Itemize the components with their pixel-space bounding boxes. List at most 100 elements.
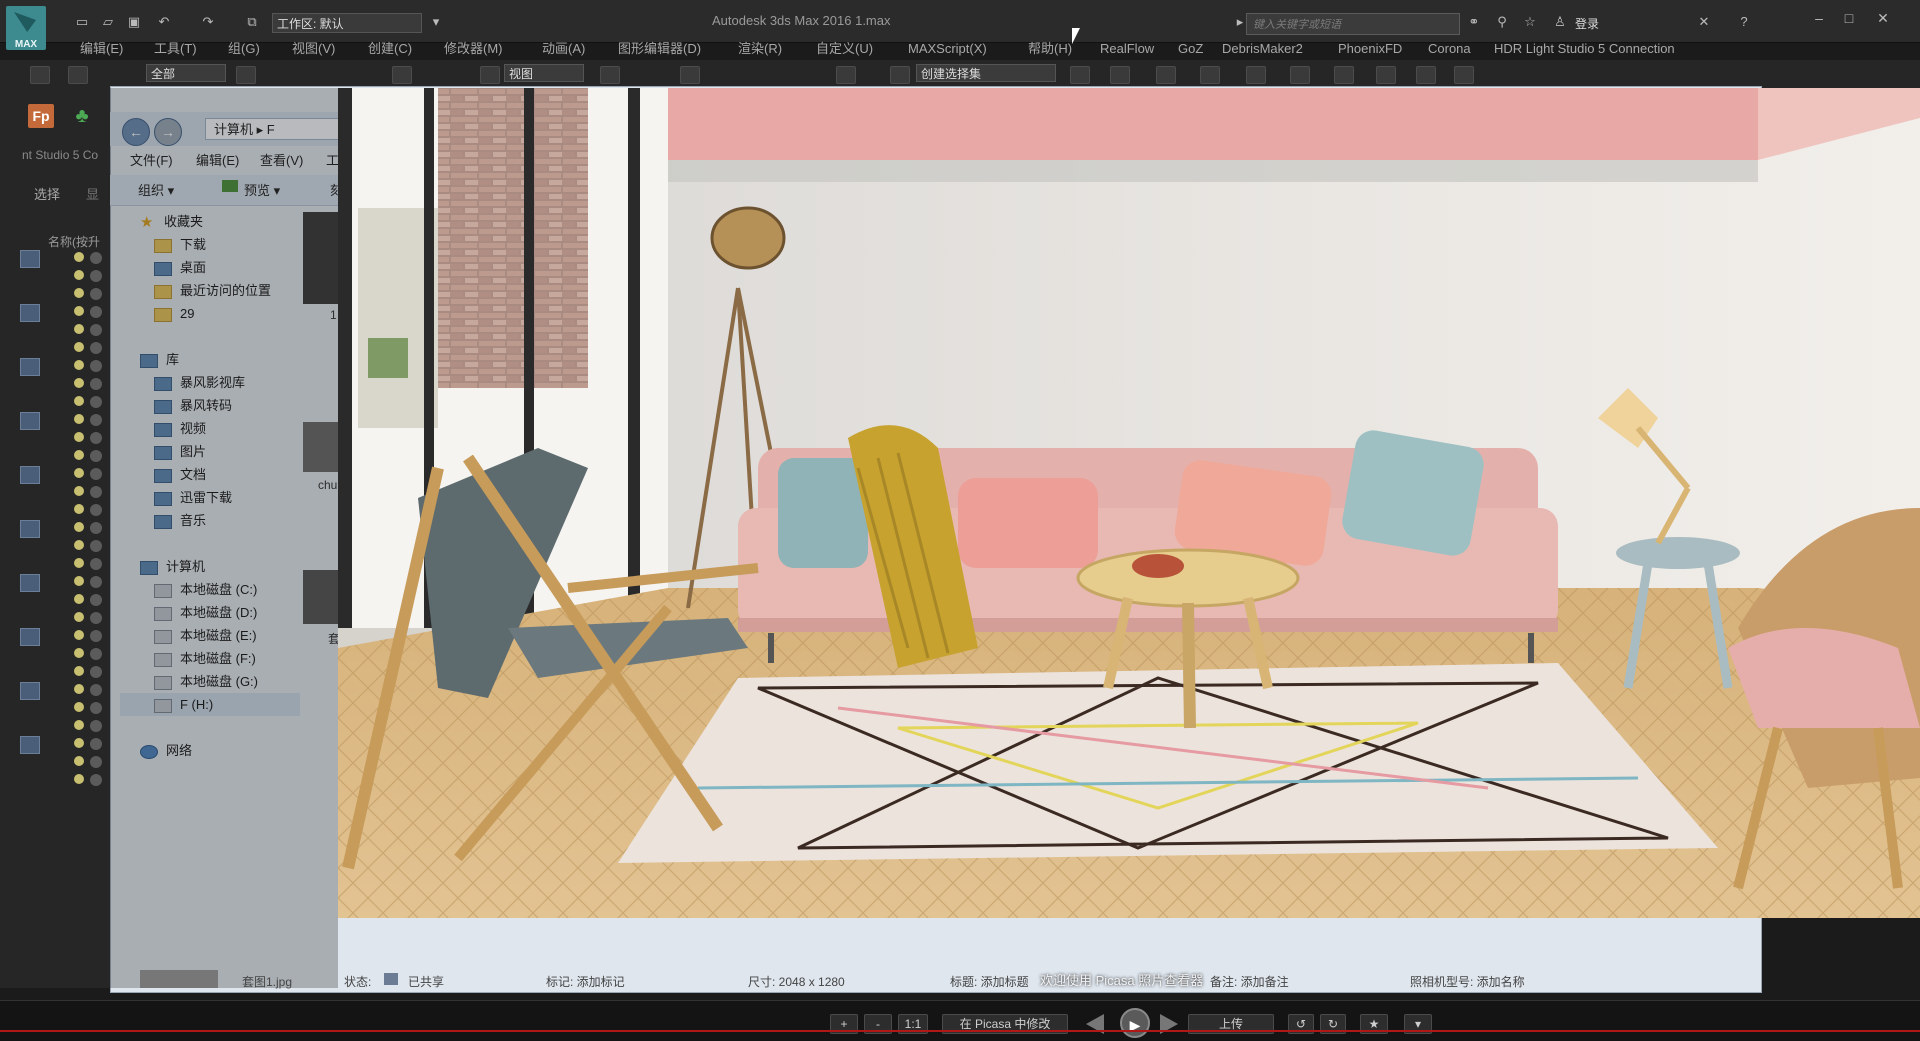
picasa-photo[interactable] bbox=[338, 88, 1920, 918]
tree-item-pictures[interactable]: 图片 bbox=[120, 440, 300, 463]
freeze-toggle-icon[interactable] bbox=[90, 360, 102, 372]
menu-animation[interactable]: 动画(A) bbox=[542, 38, 585, 60]
menu-modifiers[interactable]: 修改器(M) bbox=[444, 38, 503, 60]
search-input[interactable]: 键入关键字或短语 bbox=[1246, 13, 1460, 35]
pivot-icon[interactable] bbox=[600, 66, 620, 84]
visibility-bulb-icon[interactable] bbox=[74, 774, 84, 784]
command-panel-icon[interactable] bbox=[20, 304, 40, 322]
visibility-bulb-icon[interactable] bbox=[74, 684, 84, 694]
visibility-bulb-icon[interactable] bbox=[74, 648, 84, 658]
visibility-bulb-icon[interactable] bbox=[74, 540, 84, 550]
named-selection-dropdown[interactable]: 创建选择集 bbox=[916, 64, 1056, 82]
organize-button[interactable]: 组织 ▾ bbox=[138, 180, 174, 199]
freeze-toggle-icon[interactable] bbox=[90, 306, 102, 318]
tree-item-recent[interactable]: 最近访问的位置 bbox=[120, 279, 300, 302]
visibility-bulb-icon[interactable] bbox=[74, 360, 84, 370]
snap-icon[interactable] bbox=[680, 66, 700, 84]
freeze-toggle-icon[interactable] bbox=[90, 612, 102, 624]
back-button[interactable]: ← bbox=[122, 118, 150, 146]
visibility-bulb-icon[interactable] bbox=[74, 324, 84, 334]
name-column-header[interactable]: 名称(按升 bbox=[48, 233, 100, 250]
freeze-toggle-icon[interactable] bbox=[90, 378, 102, 390]
render-setup-icon[interactable] bbox=[1376, 66, 1396, 84]
freeze-toggle-icon[interactable] bbox=[90, 666, 102, 678]
menu-goz[interactable]: GoZ bbox=[1178, 38, 1203, 60]
visibility-bulb-icon[interactable] bbox=[74, 720, 84, 730]
exchange-icon[interactable]: ✕ bbox=[1696, 15, 1712, 29]
menu-edit[interactable]: 编辑(E) bbox=[196, 150, 239, 169]
subscription-icon[interactable]: ⚲ bbox=[1494, 15, 1510, 29]
preview-button[interactable]: 预览 ▾ bbox=[244, 180, 280, 199]
file-thumbnail[interactable] bbox=[303, 570, 339, 624]
tree-item-drive-d[interactable]: 本地磁盘 (D:) bbox=[120, 601, 300, 624]
freeze-toggle-icon[interactable] bbox=[90, 414, 102, 426]
visibility-bulb-icon[interactable] bbox=[74, 702, 84, 712]
tree-plugin-icon[interactable]: ♣ bbox=[70, 104, 94, 128]
tree-item-lib-0[interactable]: 暴风影视库 bbox=[120, 371, 300, 394]
tree-item-downloads[interactable]: 下载 bbox=[120, 233, 300, 256]
save-icon[interactable]: ▣ bbox=[126, 15, 142, 29]
reference-coordinate-dropdown[interactable]: 视图 bbox=[504, 64, 584, 82]
menu-graph-editors[interactable]: 图形编辑器(D) bbox=[618, 38, 701, 60]
freeze-toggle-icon[interactable] bbox=[90, 594, 102, 606]
freeze-toggle-icon[interactable] bbox=[90, 270, 102, 282]
freeze-toggle-icon[interactable] bbox=[90, 486, 102, 498]
menu-hdr-light-studio[interactable]: HDR Light Studio 5 Connection bbox=[1494, 38, 1675, 60]
tree-item-drive-g[interactable]: 本地磁盘 (G:) bbox=[120, 670, 300, 693]
favorites-header[interactable]: ★ 收藏夹 bbox=[120, 210, 300, 233]
project-folder-icon[interactable]: ⧉ bbox=[244, 15, 260, 29]
visibility-bulb-icon[interactable] bbox=[74, 306, 84, 316]
open-file-icon[interactable]: ▱ bbox=[100, 15, 116, 29]
visibility-bulb-icon[interactable] bbox=[74, 576, 84, 586]
align-icon[interactable] bbox=[1110, 66, 1130, 84]
select-object-icon[interactable] bbox=[236, 66, 256, 84]
menu-view[interactable]: 查看(V) bbox=[260, 150, 303, 169]
fp-plugin-button[interactable]: Fp bbox=[28, 104, 54, 128]
command-panel-icon[interactable] bbox=[20, 358, 40, 376]
login-button[interactable]: 登录 bbox=[1575, 15, 1599, 32]
freeze-toggle-icon[interactable] bbox=[90, 756, 102, 768]
menu-debrismaker[interactable]: DebrisMaker2 bbox=[1222, 38, 1303, 60]
freeze-toggle-icon[interactable] bbox=[90, 648, 102, 660]
freeze-toggle-icon[interactable] bbox=[90, 522, 102, 534]
command-panel-icon[interactable] bbox=[20, 412, 40, 430]
help-icon[interactable]: ? bbox=[1736, 15, 1752, 29]
forward-button[interactable]: → bbox=[154, 118, 182, 146]
add-camera-link[interactable]: 照相机型号: 添加名称 bbox=[1410, 973, 1525, 990]
libraries-header[interactable]: 库 bbox=[120, 348, 300, 371]
file-thumbnail[interactable] bbox=[303, 422, 339, 472]
tree-item-29[interactable]: 29 bbox=[120, 302, 300, 325]
command-panel-icon[interactable] bbox=[20, 520, 40, 538]
menu-realflow[interactable]: RealFlow bbox=[1100, 38, 1154, 60]
tree-item-drive-c[interactable]: 本地磁盘 (C:) bbox=[120, 578, 300, 601]
binoculars-icon[interactable]: ⚭ bbox=[1466, 15, 1482, 29]
freeze-toggle-icon[interactable] bbox=[90, 288, 102, 300]
menu-customize[interactable]: 自定义(U) bbox=[816, 38, 873, 60]
command-panel-icon[interactable] bbox=[20, 250, 40, 268]
visibility-bulb-icon[interactable] bbox=[74, 486, 84, 496]
unlink-icon[interactable] bbox=[68, 66, 88, 84]
tab-display[interactable]: 显 bbox=[86, 184, 99, 203]
menu-maxscript[interactable]: MAXScript(X) bbox=[908, 38, 987, 60]
menu-phoenixfd[interactable]: PhoenixFD bbox=[1338, 38, 1402, 60]
menu-corona[interactable]: Corona bbox=[1428, 38, 1471, 60]
menu-help[interactable]: 帮助(H) bbox=[1028, 38, 1072, 60]
visibility-bulb-icon[interactable] bbox=[74, 738, 84, 748]
tree-item-lib-1[interactable]: 暴风转码 bbox=[120, 394, 300, 417]
tree-item-drive-e[interactable]: 本地磁盘 (E:) bbox=[120, 624, 300, 647]
tree-item-videos[interactable]: 视频 bbox=[120, 417, 300, 440]
max-app-logo[interactable]: MAX bbox=[6, 6, 46, 50]
visibility-bulb-icon[interactable] bbox=[74, 378, 84, 388]
visibility-bulb-icon[interactable] bbox=[74, 342, 84, 352]
selection-filter-dropdown[interactable]: 全部 bbox=[146, 64, 226, 82]
visibility-bulb-icon[interactable] bbox=[74, 558, 84, 568]
add-note-link[interactable]: 备注: 添加备注 bbox=[1210, 973, 1289, 990]
tab-select[interactable]: 选择 bbox=[34, 184, 60, 203]
visibility-bulb-icon[interactable] bbox=[74, 666, 84, 676]
tree-item-music[interactable]: 音乐 bbox=[120, 509, 300, 532]
freeze-toggle-icon[interactable] bbox=[90, 396, 102, 408]
freeze-toggle-icon[interactable] bbox=[90, 684, 102, 696]
spinner-snap-icon[interactable] bbox=[836, 66, 856, 84]
freeze-toggle-icon[interactable] bbox=[90, 504, 102, 516]
visibility-bulb-icon[interactable] bbox=[74, 630, 84, 640]
